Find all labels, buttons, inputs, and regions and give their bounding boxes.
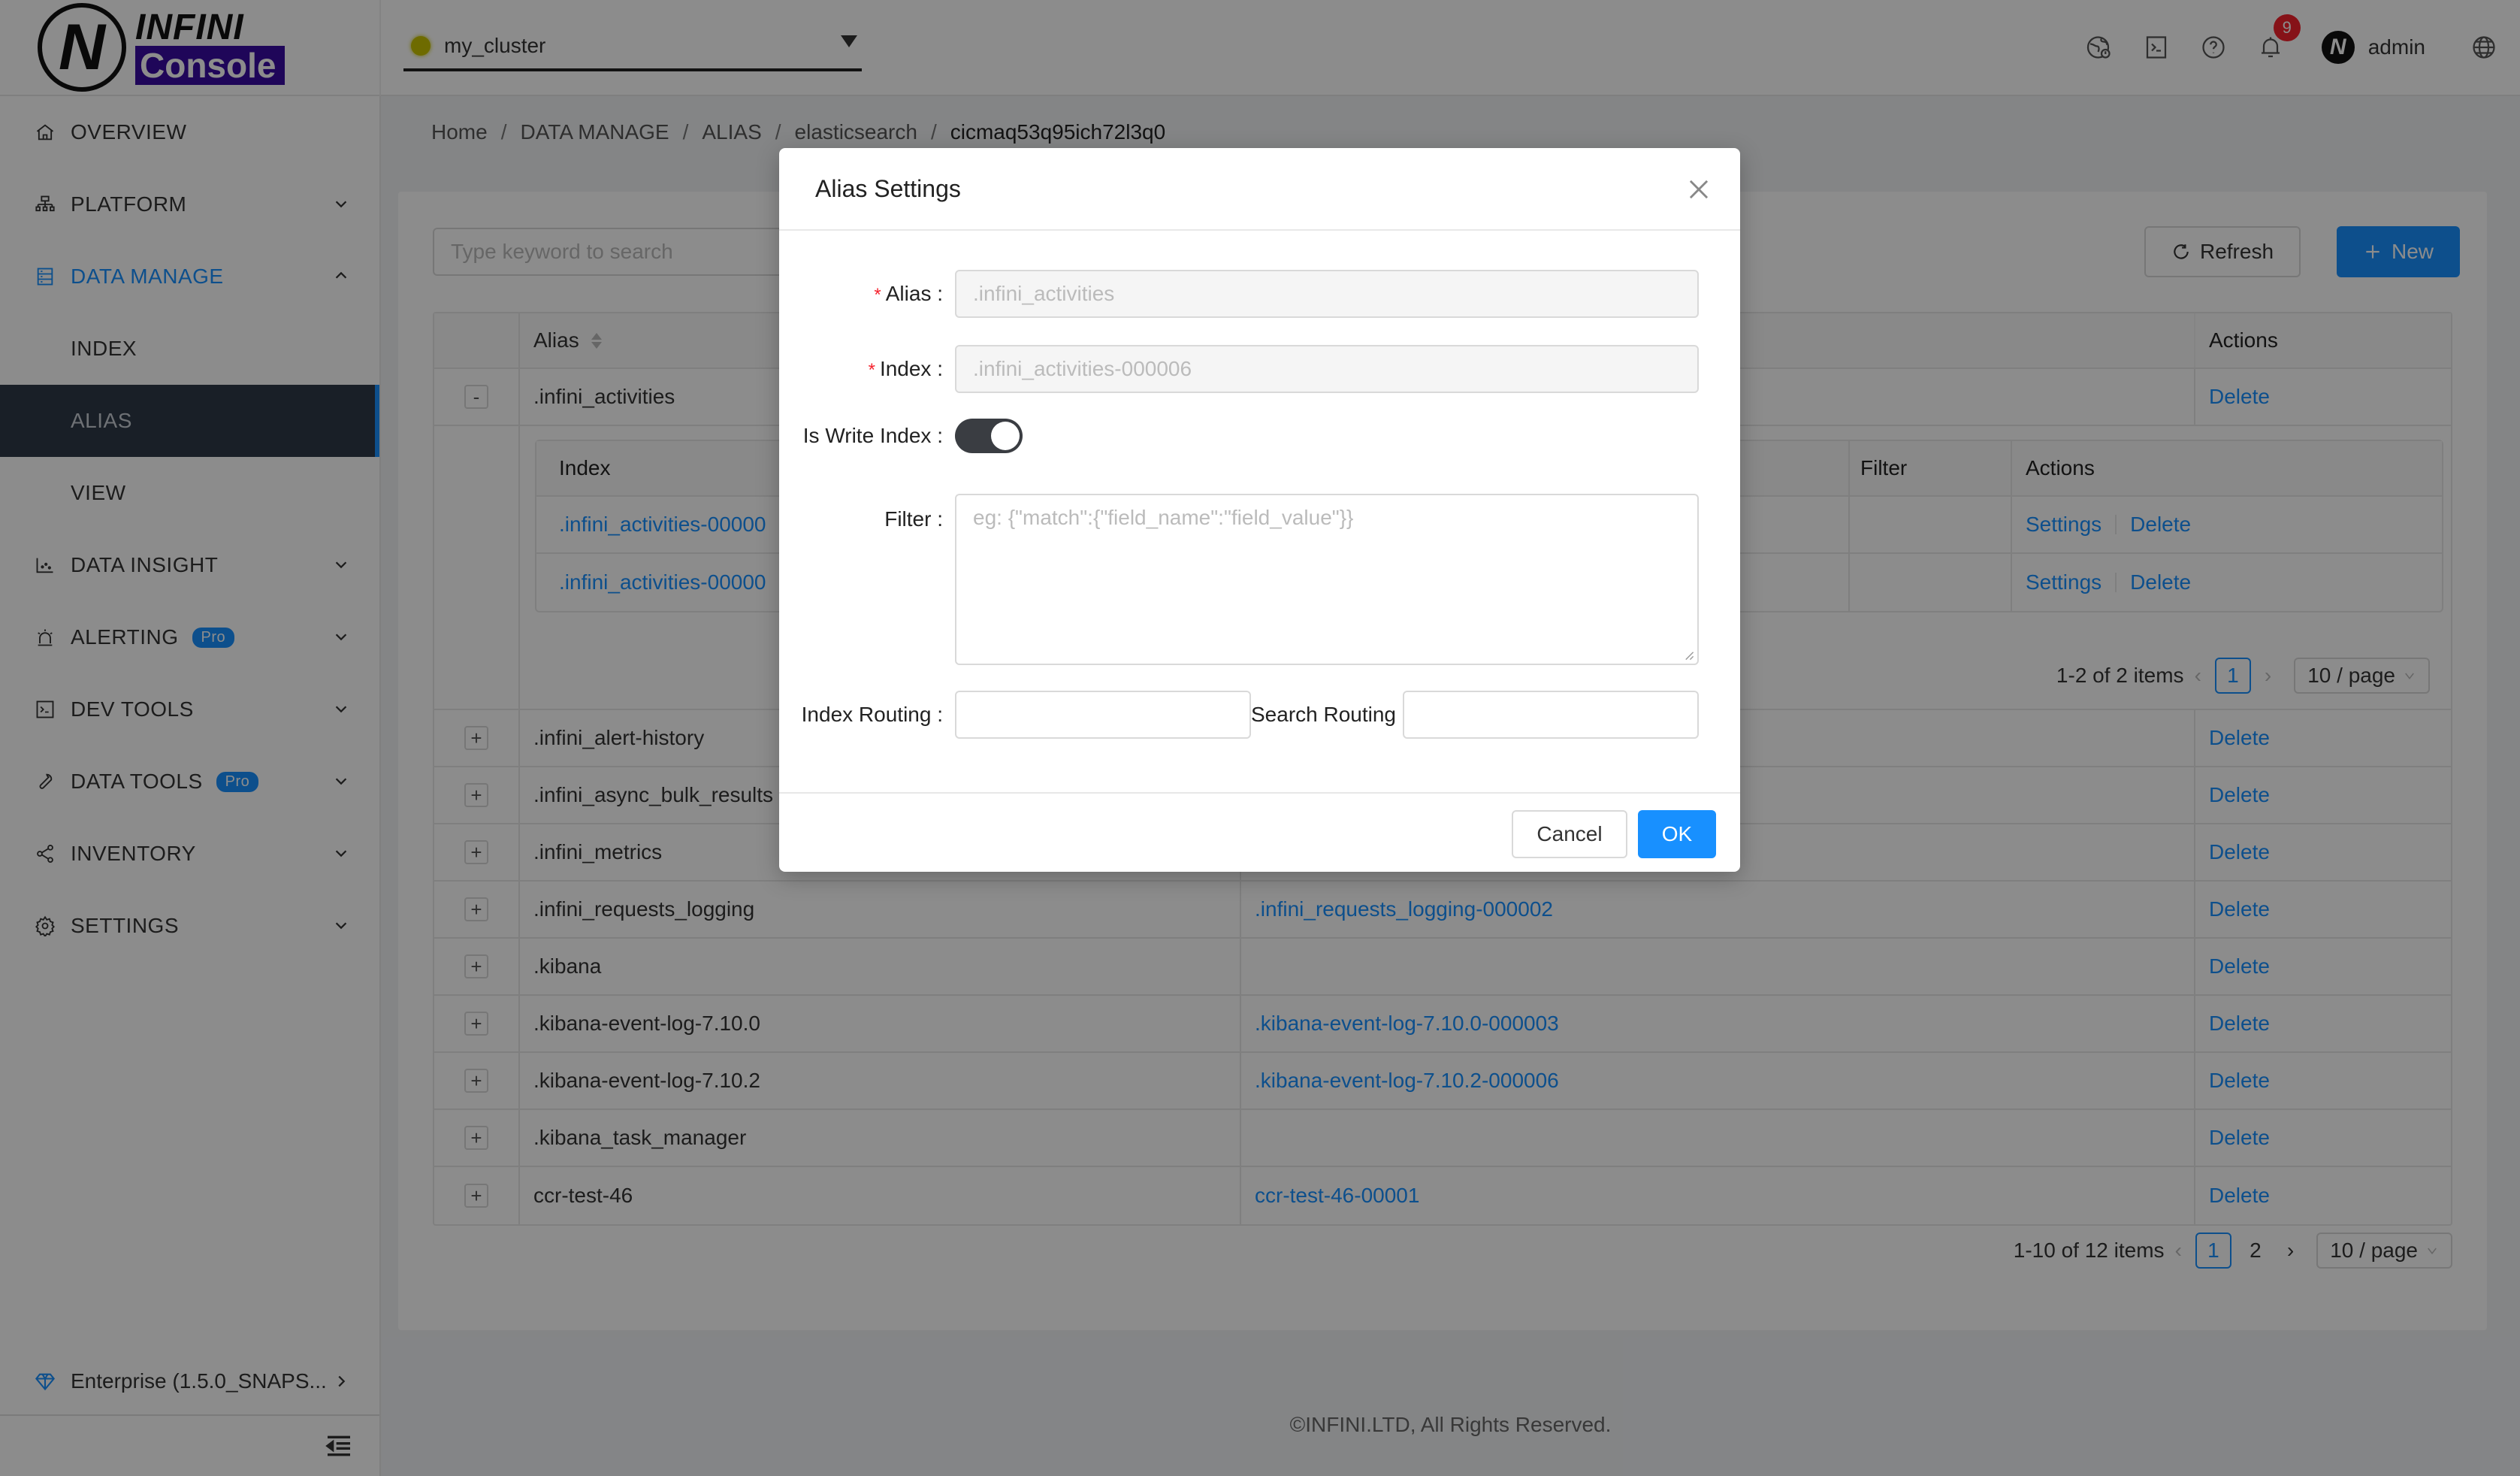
ok-button[interactable]: OK [1638,810,1716,858]
cancel-button[interactable]: Cancel [1512,810,1627,858]
index-routing-label: Index Routing : [801,703,943,726]
required-mark: * [874,285,881,305]
write-index-label: Is Write Index : [802,424,943,447]
resize-handle-icon[interactable] [1684,650,1694,661]
index-routing-input[interactable] [955,691,1251,739]
alias-settings-modal: Alias Settings * Alias : .infini_activiti… [779,148,1740,872]
filter-textarea[interactable]: eg: {"match":{"field_name":"field_value"… [955,494,1699,665]
search-routing-label: Search Routing [1251,703,1397,726]
alias-label: Alias : [885,282,943,305]
alias-input[interactable]: .infini_activities [955,270,1699,318]
modal-title: Alias Settings [815,174,961,202]
write-index-toggle[interactable] [955,419,1023,453]
filter-label: Filter : [884,507,943,531]
index-input[interactable]: .infini_activities-000006 [955,345,1699,393]
filter-placeholder: eg: {"match":{"field_name":"field_value"… [973,506,1354,529]
index-label: Index : [879,357,943,380]
close-icon[interactable] [1685,175,1713,204]
search-routing-input[interactable] [1403,691,1699,739]
required-mark: * [868,360,875,380]
